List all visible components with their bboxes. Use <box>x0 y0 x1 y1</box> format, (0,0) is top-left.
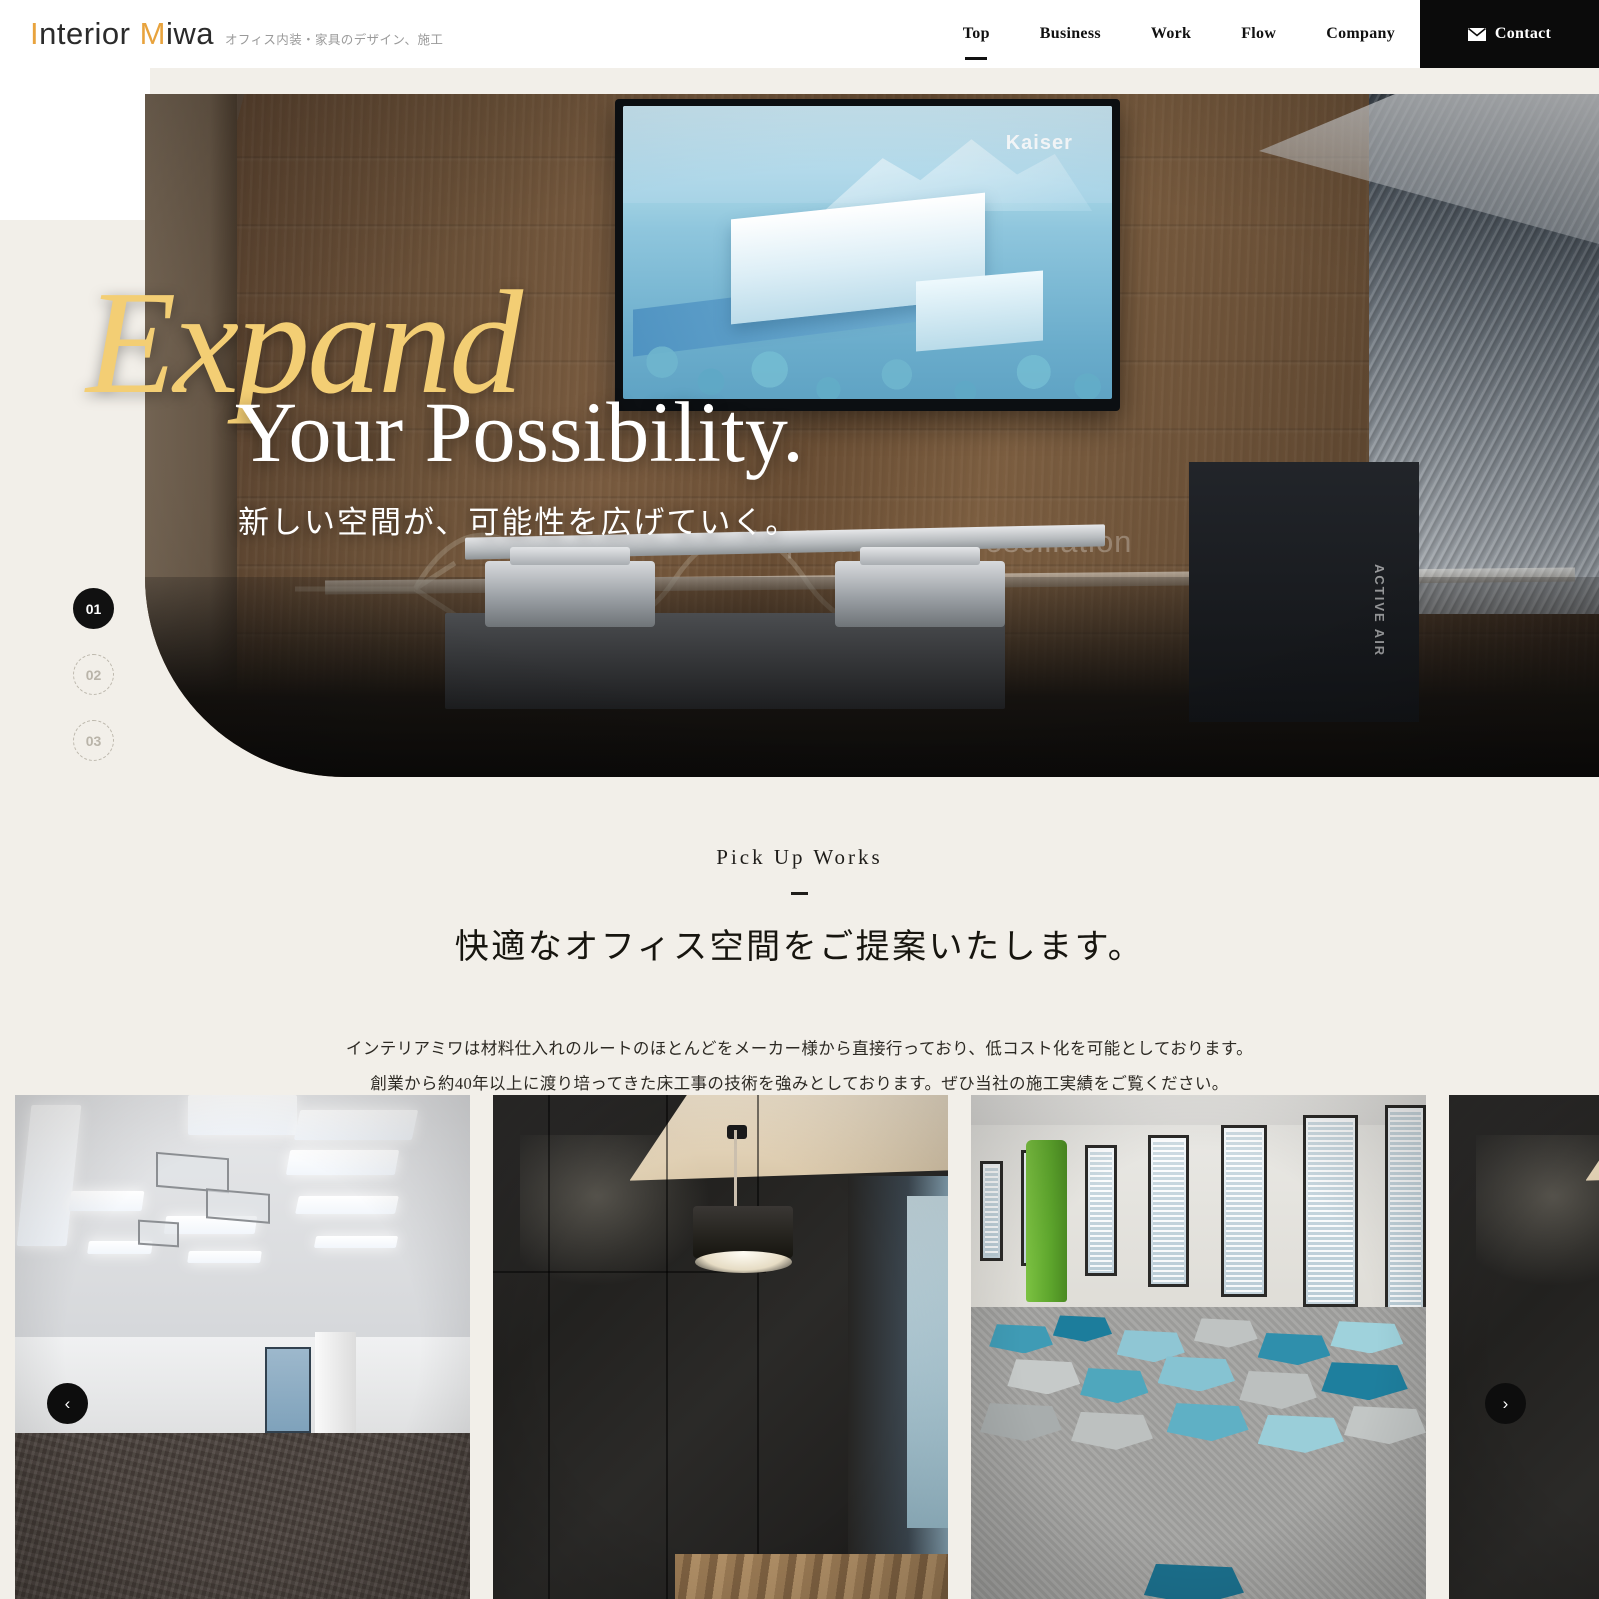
office-light <box>187 1095 298 1136</box>
corridor-carpet-floor <box>971 1306 1426 1599</box>
hero-device-right <box>835 561 1005 627</box>
carpet-tile <box>989 1324 1053 1354</box>
carousel-slide-dark-room[interactable] <box>493 1095 948 1599</box>
main-navigation: Top Business Work Flow Company Contact <box>938 0 1599 68</box>
carousel-prev-button[interactable]: ‹ <box>47 1383 88 1424</box>
monitor-logo-text: Kaiser <box>1005 132 1073 155</box>
slide-photo-carpet <box>971 1095 1426 1599</box>
hero-device-left <box>485 561 655 627</box>
carpet-tile <box>1080 1368 1149 1404</box>
hero-cabinet-label: ACTIVE AIR <box>1372 563 1387 657</box>
office-light <box>68 1190 144 1211</box>
office-glass-door <box>265 1347 311 1433</box>
nav-item-top[interactable]: Top <box>938 0 1015 68</box>
hero-monitor-screen: Kaiser <box>623 106 1112 399</box>
office-ceiling-panel <box>206 1187 270 1224</box>
carousel-next-button[interactable]: › <box>1485 1383 1526 1424</box>
carousel-track <box>0 1095 1599 1599</box>
office-light <box>295 1195 400 1214</box>
corridor-window <box>1385 1105 1426 1322</box>
contact-button[interactable]: Contact <box>1420 0 1599 68</box>
slide-photo-office <box>15 1095 470 1599</box>
office-light <box>293 1110 419 1141</box>
carpet-tile <box>1257 1332 1331 1366</box>
nav-item-work[interactable]: Work <box>1126 0 1216 68</box>
corridor-window <box>1148 1135 1190 1287</box>
hero-slide-dot-01[interactable]: 01 <box>73 588 114 629</box>
carpet-tile <box>980 1403 1062 1442</box>
carpet-tile <box>1157 1356 1235 1392</box>
office-light <box>314 1236 399 1249</box>
corridor-window <box>1303 1115 1358 1307</box>
carpet-tile <box>1007 1359 1081 1395</box>
office-wall <box>15 1336 470 1438</box>
monitor-trees <box>623 275 1112 399</box>
pickup-eyebrow: Pick Up Works <box>716 845 883 869</box>
carpet-tile <box>1257 1414 1345 1453</box>
office-light <box>285 1150 400 1176</box>
hero-slide-dot-02[interactable]: 02 <box>73 654 114 695</box>
contact-button-label: Contact <box>1494 25 1552 42</box>
carpet-tile <box>1330 1321 1404 1354</box>
office-ceiling-panel <box>137 1219 179 1248</box>
logo-text: Interior Miwa <box>30 16 214 51</box>
hero-equipment-bench <box>445 613 1005 709</box>
works-carousel <box>0 1095 1599 1599</box>
corridor-window <box>980 1160 1003 1262</box>
hero-photo: Kaiser simple harmonic oscillation ACTIV… <box>145 94 1599 777</box>
dark-sheen <box>1476 1135 1599 1287</box>
carpet-tile <box>1052 1315 1113 1342</box>
pendant-shade <box>693 1205 794 1258</box>
dark-glass-panel <box>907 1195 948 1529</box>
carousel-slide-office[interactable] <box>15 1095 470 1599</box>
pendant-rod <box>734 1130 738 1211</box>
office-carpet-floor <box>15 1432 470 1599</box>
site-header: Interior Miwa オフィス内装・家具のデザイン、施工 Top Busi… <box>0 0 1599 68</box>
wood-floor <box>675 1553 948 1599</box>
office-ceiling-panel <box>156 1152 229 1194</box>
carpet-tile <box>1193 1318 1258 1348</box>
office-light <box>187 1251 262 1264</box>
dark-wall-seam <box>547 1095 550 1599</box>
pickup-description-line-1: インテリアミワは材料仕入れのルートのほとんどをメーカー様から直接行っており、低コ… <box>345 1039 1254 1058</box>
hero-monitor: Kaiser <box>615 99 1120 411</box>
carpet-tile <box>1344 1406 1426 1445</box>
pendant-light-glow <box>695 1251 793 1274</box>
office-column <box>315 1331 357 1443</box>
nav-item-flow[interactable]: Flow <box>1216 0 1301 68</box>
hero-white-corner <box>0 68 150 220</box>
carpet-tile <box>1071 1411 1153 1450</box>
logo-tagline: オフィス内装・家具のデザイン、施工 <box>224 33 444 47</box>
slide-photo-next <box>1449 1095 1599 1599</box>
corridor-green-column <box>1025 1140 1067 1302</box>
carousel-slide-partial-right[interactable] <box>1449 1095 1599 1599</box>
pendant-cap <box>727 1125 748 1140</box>
logo[interactable]: Interior Miwa オフィス内装・家具のデザイン、施工 <box>0 16 443 52</box>
dark-wall-seam <box>756 1095 759 1599</box>
nav-item-company[interactable]: Company <box>1301 0 1420 68</box>
corridor-window <box>1084 1145 1117 1277</box>
mail-icon <box>1467 27 1486 41</box>
corridor-window <box>1221 1125 1267 1297</box>
pickup-description: インテリアミワは材料仕入れのルートのほとんどをメーカー様から直接行っており、低コ… <box>0 1032 1599 1101</box>
dark-wall-seam <box>665 1095 668 1599</box>
nav-item-business[interactable]: Business <box>1015 0 1126 68</box>
hero-slide-dot-03[interactable]: 03 <box>73 720 114 761</box>
pickup-title: 快適なオフィス空間をご提案いたします。 <box>454 929 1145 966</box>
hero-slide-indicators: 01 02 03 <box>73 588 114 761</box>
carousel-slide-carpet-corridor[interactable] <box>971 1095 1426 1599</box>
pickup-works-section: Pick Up Works 快適なオフィス空間をご提案いたします。 インテリアミ… <box>0 845 1599 1101</box>
pickup-divider <box>791 892 808 895</box>
carpet-tile <box>1166 1403 1249 1442</box>
slide-photo-dark-room <box>493 1095 948 1599</box>
hero-banner: Kaiser simple harmonic oscillation ACTIV… <box>145 94 1599 777</box>
carpet-tile <box>1321 1362 1408 1401</box>
carpet-tile <box>1239 1370 1317 1409</box>
carpet-tile <box>1143 1563 1244 1599</box>
